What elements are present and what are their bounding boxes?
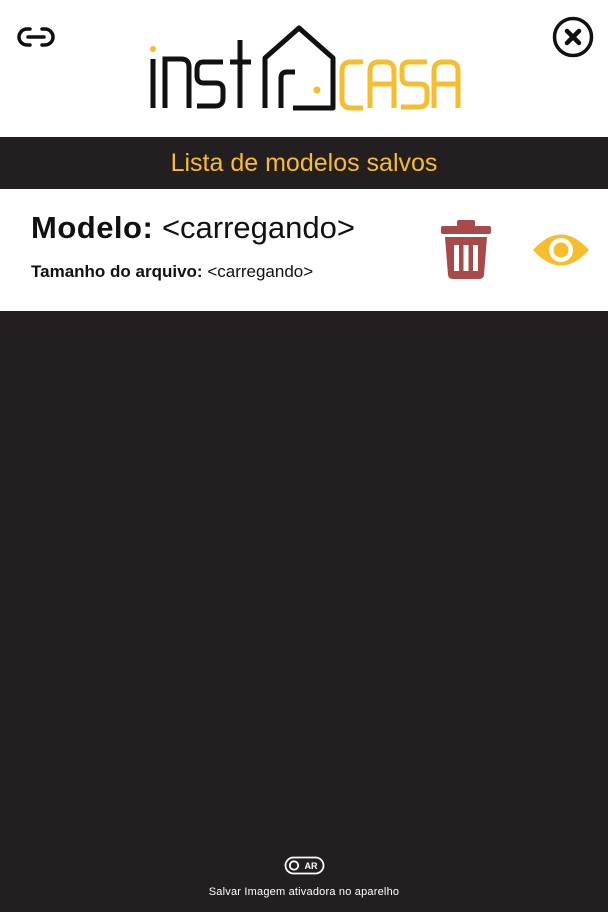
model-value: <carregando> — [161, 210, 355, 245]
delete-model-button[interactable] — [439, 217, 493, 281]
model-label: Modelo: — [31, 210, 154, 245]
app-header — [0, 0, 608, 137]
close-icon — [552, 16, 594, 58]
instacasa-logo — [145, 22, 463, 114]
file-size-row: Tamanho do arquivo: <carregando> — [31, 262, 313, 282]
save-trigger-image-link[interactable]: Salvar Imagem ativadora no aparelho — [0, 886, 608, 898]
link-button[interactable] — [16, 22, 58, 52]
eye-icon — [533, 234, 589, 266]
close-button[interactable] — [550, 14, 596, 60]
file-size-value: <carregando> — [207, 262, 314, 281]
list-title: Lista de modelos salvos — [170, 148, 438, 177]
file-size-label: Tamanho do arquivo: — [31, 262, 203, 281]
link-icon — [17, 27, 55, 47]
model-name-row: Modelo: <carregando> — [31, 210, 355, 246]
ar-toggle-icon[interactable]: AR — [284, 856, 325, 875]
view-model-button[interactable] — [530, 227, 592, 273]
trash-icon — [441, 220, 491, 279]
footer: AR Salvar Imagem ativadora no aparelho — [0, 852, 608, 912]
ar-label: AR — [305, 861, 318, 871]
list-title-bar: Lista de modelos salvos — [0, 137, 608, 189]
saved-model-item: Modelo: <carregando> Tamanho do arquivo:… — [0, 189, 608, 311]
